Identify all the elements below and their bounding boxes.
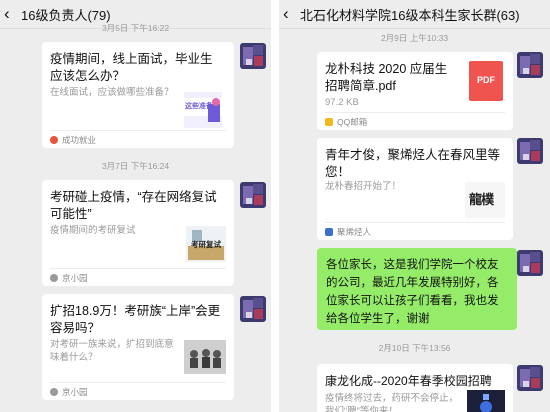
article-thumbnail (184, 340, 226, 374)
thumbnail-illustration-icon (467, 390, 505, 412)
timestamp: 2月10日 下午13:56 (378, 343, 451, 353)
thumbnail-text: 考研复试 (191, 240, 221, 249)
article-description: 疫情期间的考研复试 (50, 225, 136, 236)
timestamp: 3月5日 下午16:22 (101, 23, 170, 33)
back-arrow-icon[interactable]: ‹ (283, 0, 295, 28)
shared-article-card[interactable]: 考研碰上疫情，“存在网络复试可能性” 疫情期间的考研复试 考研复试 京小园 (42, 180, 234, 286)
avatar[interactable] (517, 365, 543, 391)
article-source: 聚烯烃人 (325, 226, 371, 238)
avatar[interactable] (517, 52, 543, 78)
source-logo-icon (50, 274, 58, 282)
avatar[interactable] (517, 138, 543, 164)
message-text: 各位家长，这是我们学院一个校友的公司，最近几年发展特别好，各位家长可以让孩子们看… (326, 259, 499, 325)
article-source: 成功就业 (50, 134, 96, 146)
source-name: QQ邮箱 (337, 117, 368, 127)
timestamp: 3月7日 下午16:24 (101, 161, 170, 171)
source-logo-icon (325, 228, 333, 236)
article-title: 康龙化成--2020年春季校园招聘 (325, 374, 492, 388)
thumbnail-text: 这些准备 (185, 103, 213, 110)
file-source: QQ邮箱 (325, 116, 367, 128)
right-title-bar: ‹ 北石化材料学院16级本科生家长群(63) (279, 0, 550, 29)
article-title: 疫情期间，线上面试，毕业生应该怎么办？ (50, 52, 213, 83)
pdf-file-icon: PDF (469, 61, 503, 101)
source-name: 成功就业 (62, 135, 97, 145)
article-description: 对考研一族来说，扩招到底意味着什么？ (50, 339, 174, 363)
right-chat-pane: ‹ 北石化材料学院16级本科生家长群(63) 2月9日 上午10:33 龙朴科技… (279, 0, 550, 412)
thumbnail-photo-icon (184, 340, 226, 374)
pane-divider (271, 0, 279, 412)
card-divider (50, 382, 226, 383)
timestamp: 2月9日 上午10:33 (380, 33, 449, 43)
source-name: 京小园 (62, 273, 88, 283)
file-name: 龙朴科技 2020 应届生招聘简章.pdf (325, 62, 448, 93)
left-chat-title: 16级负责人(79) (21, 7, 111, 23)
source-logo-icon (50, 136, 58, 144)
article-title: 扩招18.9万！考研族“上岸”会更容易吗？ (50, 304, 221, 335)
article-description: 疫情终将过去，药研不会停止，我们“聘”等你来！ (325, 393, 459, 412)
shared-article-card[interactable]: 康龙化成--2020年春季校园招聘 疫情终将过去，药研不会停止，我们“聘”等你来… (317, 364, 513, 412)
card-divider (325, 112, 505, 113)
qq-mail-icon (325, 118, 333, 126)
card-divider (50, 130, 226, 131)
shared-article-card[interactable]: 扩招18.9万！考研族“上岸”会更容易吗？ 对考研一族来说，扩招到底意味着什么？… (42, 294, 234, 400)
avatar[interactable] (240, 43, 266, 69)
card-divider (50, 268, 226, 269)
avatar[interactable] (240, 296, 266, 322)
article-description: 龙朴春招开始了！ (325, 181, 402, 192)
card-divider (325, 222, 505, 223)
article-source: 京小园 (50, 386, 88, 398)
avatar[interactable] (240, 182, 266, 208)
article-thumbnail: 龍樸 (465, 182, 505, 218)
shared-article-card[interactable]: 疫情期间，线上面试，毕业生应该怎么办？ 在线面试，应该做哪些准备？ 这些准备 成… (42, 42, 234, 148)
source-name: 京小园 (62, 387, 88, 397)
pdf-badge-text: PDF (477, 75, 495, 85)
sent-message-bubble[interactable]: 各位家长，这是我们学院一个校友的公司，最近几年发展特别好，各位家长可以让孩子们看… (317, 248, 522, 330)
avatar[interactable] (517, 250, 543, 276)
article-title: 青年才俊，聚烯烃人在春风里等您！ (325, 148, 501, 179)
file-size: 97.2 KB (325, 97, 359, 108)
article-thumbnail: 考研复试 (186, 226, 226, 262)
shared-article-card[interactable]: 青年才俊，聚烯烃人在春风里等您！ 龙朴春招开始了！ 龍樸 聚烯烃人 (317, 138, 513, 240)
file-message-card[interactable]: 龙朴科技 2020 应届生招聘简章.pdf 97.2 KB PDF QQ邮箱 (317, 52, 513, 130)
article-description: 在线面试，应该做哪些准备？ (50, 87, 174, 98)
left-chat-pane: ‹ 16级负责人(79) 3月5日 下午16:22 疫情期间，线上面试，毕业生应… (0, 0, 271, 412)
article-thumbnail: 这些准备 (184, 92, 222, 128)
source-logo-icon (50, 388, 58, 396)
article-thumbnail (467, 390, 505, 412)
article-title: 考研碰上疫情，“存在网络复试可能性” (50, 190, 217, 221)
article-source: 京小园 (50, 272, 88, 284)
thumbnail-text: 龍樸 (469, 193, 494, 208)
source-name: 聚烯烃人 (337, 227, 372, 237)
right-chat-title: 北石化材料学院16级本科生家长群(63) (300, 7, 520, 23)
